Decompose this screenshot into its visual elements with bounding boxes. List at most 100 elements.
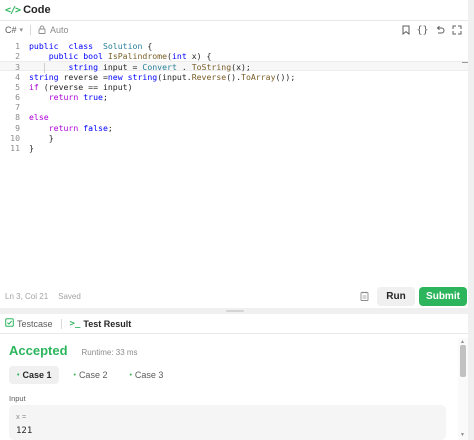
code-token: } [29, 143, 34, 153]
submit-button[interactable]: Submit [419, 287, 467, 306]
code-text: return true; [29, 92, 108, 102]
code-token: (input. [157, 71, 192, 82]
code-token: (). [226, 71, 242, 82]
chevron-down-icon: ▾ [19, 27, 24, 34]
code-text: } [29, 133, 54, 143]
code-text: return false; [29, 123, 113, 133]
pass-dot-icon: • [129, 371, 132, 379]
editor-scroll-marker [462, 62, 468, 63]
code-editor[interactable]: 1 public class Solution {2 public bool Is… [0, 41, 468, 286]
code-token: int [171, 51, 187, 62]
save-status: Saved [58, 292, 81, 301]
code-text: public class Solution { [29, 41, 152, 51]
code-token: false [83, 122, 108, 133]
tab-testcase-label: Testcase [17, 318, 53, 329]
code-token: public [48, 51, 79, 62]
case-tab-1[interactable]: • Case 1 [9, 366, 60, 384]
code-token: reverse = [58, 71, 108, 82]
code-token: ; [102, 92, 108, 102]
code-token: true [83, 92, 103, 102]
code-text: string reverse =new string(input.Reverse… [29, 72, 295, 82]
case-tab-2[interactable]: • Case 2 [65, 366, 115, 384]
code-line[interactable]: 11} [0, 143, 468, 153]
code-token: Reverse [191, 71, 227, 82]
tab-divider [60, 318, 62, 329]
line-number: 4 [15, 71, 20, 82]
scrollbar-thumb[interactable] [460, 345, 466, 377]
code-line[interactable]: 10 } [0, 133, 468, 143]
code-panel-header: </> Code [0, 0, 468, 20]
input-label: Input [9, 394, 26, 403]
checkbox-icon [5, 318, 14, 329]
case-tabs: • Case 1 • Case 2 • Case 3 [9, 366, 171, 384]
code-line[interactable]: 3 string input = Convert . ToString(x); [0, 61, 468, 72]
code-text: else [29, 112, 49, 122]
code-text: public bool IsPalindrome(int x) { [29, 51, 212, 62]
tab-testcase[interactable]: Testcase [5, 318, 53, 329]
code-text: if (reverse == input) [29, 82, 133, 92]
expand-icon[interactable] [451, 23, 462, 37]
case-tab-label: Case 2 [78, 370, 108, 380]
terminal-icon: >_ [69, 318, 81, 329]
undo-icon[interactable] [434, 23, 445, 37]
scroll-down-icon[interactable]: ▼ [460, 432, 465, 438]
code-line[interactable]: 1 public class Solution { [0, 41, 468, 51]
code-line[interactable]: 6 return true; [0, 92, 468, 102]
line-number: 1 [15, 41, 20, 51]
auto-mode-label: Auto [50, 25, 69, 35]
code-line[interactable]: 7 [0, 102, 468, 112]
test-panel-tabs: Testcase >_ Test Result [0, 314, 468, 333]
code-token: x) { [186, 51, 212, 62]
auto-mode-toggle[interactable]: Auto [38, 24, 69, 36]
tab-test-result[interactable]: >_ Test Result [70, 319, 132, 329]
code-token: return [48, 92, 79, 102]
code-token: { [142, 41, 153, 51]
code-icon: </> [5, 4, 21, 16]
pass-dot-icon: • [73, 371, 76, 379]
code-token: Solution [102, 41, 143, 51]
line-number: 11 [10, 143, 20, 153]
language-label: C# [5, 25, 17, 35]
result-summary: Accepted Runtime: 33 ms [9, 343, 138, 358]
code-line[interactable]: 4 string reverse =new string(input.Revers… [0, 72, 468, 82]
tab-test-result-label: Test Result [83, 318, 132, 329]
input-value: 121 [16, 426, 33, 436]
lock-icon [38, 24, 46, 36]
input-value-box: x = 121 [9, 405, 446, 440]
code-line[interactable]: 5 if (reverse == input) [0, 82, 468, 92]
line-number: 7 [15, 102, 20, 113]
line-number: 8 [15, 112, 20, 123]
test-panel: Testcase >_ Test Result Accepted Runtime… [0, 314, 468, 440]
pass-dot-icon: • [17, 371, 20, 379]
run-button[interactable]: Run [377, 287, 415, 306]
bookmark-icon[interactable] [400, 23, 411, 37]
result-status: Accepted [9, 343, 68, 358]
line-number: 5 [15, 81, 20, 92]
code-line[interactable]: 9 return false; [0, 123, 468, 133]
code-line[interactable]: 8 else [0, 112, 468, 122]
code-token: if [29, 81, 39, 92]
line-number: 6 [15, 92, 20, 102]
code-token: new [107, 71, 123, 82]
cursor-position: Ln 3, Col 21 [5, 292, 49, 301]
tabs-divider [0, 333, 468, 334]
language-select[interactable]: C# ▾ [5, 25, 23, 35]
code-token: bool [83, 51, 103, 62]
code-token: public [29, 41, 59, 51]
braces-icon[interactable]: {} [416, 23, 428, 37]
line-number: 9 [15, 122, 20, 133]
code-line[interactable]: 2 public bool IsPalindrome(int x) { [0, 51, 468, 61]
code-token: string [29, 71, 59, 82]
case-tab-3[interactable]: • Case 3 [121, 366, 171, 384]
notepad-icon[interactable] [358, 289, 370, 303]
line-number: 10 [10, 132, 20, 143]
resize-grip[interactable] [226, 310, 244, 312]
code-token: ToArray [241, 71, 276, 82]
line-number: 2 [15, 51, 20, 62]
code-token: return [48, 122, 79, 133]
panel-title: Code [23, 4, 51, 16]
